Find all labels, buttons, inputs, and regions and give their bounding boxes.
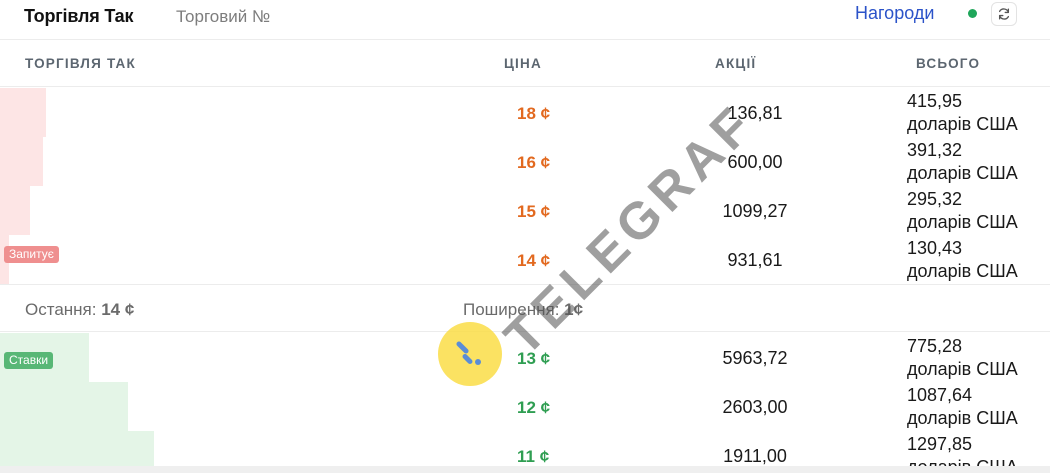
last-trade-value: 14 ¢ [101, 300, 135, 319]
ask-row[interactable]: 15 ¢ 1099,27 295,32 доларів США [0, 186, 1050, 235]
depth-bar [0, 137, 43, 186]
tab-trade-no[interactable]: Торговий № [176, 7, 270, 27]
tab-trade-yes[interactable]: Торгівля Так [24, 6, 133, 27]
ask-price: 18 ¢ [517, 104, 551, 123]
refresh-button[interactable] [991, 2, 1017, 26]
last-trade-label: Остання: [25, 300, 97, 319]
bid-price: 13 ¢ [517, 349, 551, 368]
ask-row[interactable]: 18 ¢ 136,81 415,95 доларів США [0, 88, 1050, 137]
total-amount: 391,32 [907, 140, 963, 160]
ask-price: 16 ¢ [517, 153, 551, 172]
bid-shares: 1911,00 [723, 446, 787, 466]
spread-amount: 1¢ [564, 300, 584, 319]
column-header-side: ТОРГІВЛЯ ТАК [25, 56, 136, 71]
bid-price: 11 ¢ [517, 447, 550, 466]
total-currency: доларів США [907, 212, 1018, 232]
last-trade-price: Остання: 14 ¢ [25, 300, 134, 320]
watermark-logo-icon [456, 341, 481, 365]
total-amount: 1087,64 [907, 385, 973, 405]
bid-price: 12 ¢ [517, 398, 551, 417]
bid-total: 775,28 доларів США [907, 335, 1047, 381]
bid-total: 1087,64 доларів США [907, 384, 1047, 430]
rewards-link[interactable]: Нагороди [855, 3, 934, 24]
ask-total: 415,95 доларів США [907, 90, 1047, 136]
bid-shares: 2603,00 [722, 397, 788, 417]
bid-row[interactable]: 12 ¢ 2603,00 1087,64 доларів США [0, 382, 1050, 431]
bottom-scroll-edge [0, 466, 1050, 473]
ask-shares: 931,61 [727, 250, 783, 270]
spread-label: Поширення: [463, 300, 560, 319]
ask-row[interactable]: 14 ¢ 931,61 130,43 доларів США [0, 235, 1050, 284]
watermark-logo [438, 322, 502, 386]
total-amount: 130,43 [907, 238, 963, 258]
ask-total: 391,32 доларів США [907, 139, 1047, 185]
depth-bar [0, 88, 46, 137]
ask-shares: 136,81 [727, 103, 783, 123]
ask-shares: 1099,27 [722, 201, 788, 221]
total-amount: 1297,85 [907, 434, 973, 454]
ask-row[interactable]: 16 ¢ 600,00 391,32 доларів США [0, 137, 1050, 186]
ask-shares: 600,00 [727, 152, 783, 172]
asks-badge: Запитує [4, 246, 59, 263]
total-amount: 775,28 [907, 336, 963, 356]
total-amount: 415,95 [907, 91, 963, 111]
depth-bar [0, 382, 128, 431]
ask-total: 295,32 доларів США [907, 188, 1047, 234]
depth-bar [0, 186, 30, 235]
refresh-icon [998, 8, 1010, 20]
total-currency: доларів США [907, 261, 1018, 281]
bid-shares: 5963,72 [722, 348, 788, 368]
bid-row[interactable]: 13 ¢ 5963,72 775,28 доларів США [0, 333, 1050, 382]
column-header-total: ВСЬОГО [916, 56, 981, 71]
total-currency: доларів США [907, 163, 1018, 183]
ask-price: 15 ¢ [517, 202, 551, 221]
column-header-shares: АКЦІЇ [715, 56, 757, 71]
spread-value: Поширення: 1¢ [463, 300, 583, 320]
live-status-dot [968, 9, 977, 18]
header-divider [0, 86, 1050, 87]
total-currency: доларів США [907, 359, 1018, 379]
spread-bar: Остання: 14 ¢ Поширення: 1¢ [0, 284, 1050, 332]
ask-total: 130,43 доларів США [907, 237, 1047, 283]
order-book-panel: Торгівля Так Торговий № Нагороди ТОРГІВЛ… [0, 0, 1050, 473]
total-amount: 295,32 [907, 189, 963, 209]
total-currency: доларів США [907, 408, 1018, 428]
bids-badge: Ставки [4, 352, 54, 369]
ask-price: 14 ¢ [517, 251, 551, 270]
order-book-header: Торгівля Так Торговий № Нагороди [0, 0, 1050, 40]
column-header-price: ЦІНА [504, 56, 542, 71]
total-currency: доларів США [907, 114, 1018, 134]
